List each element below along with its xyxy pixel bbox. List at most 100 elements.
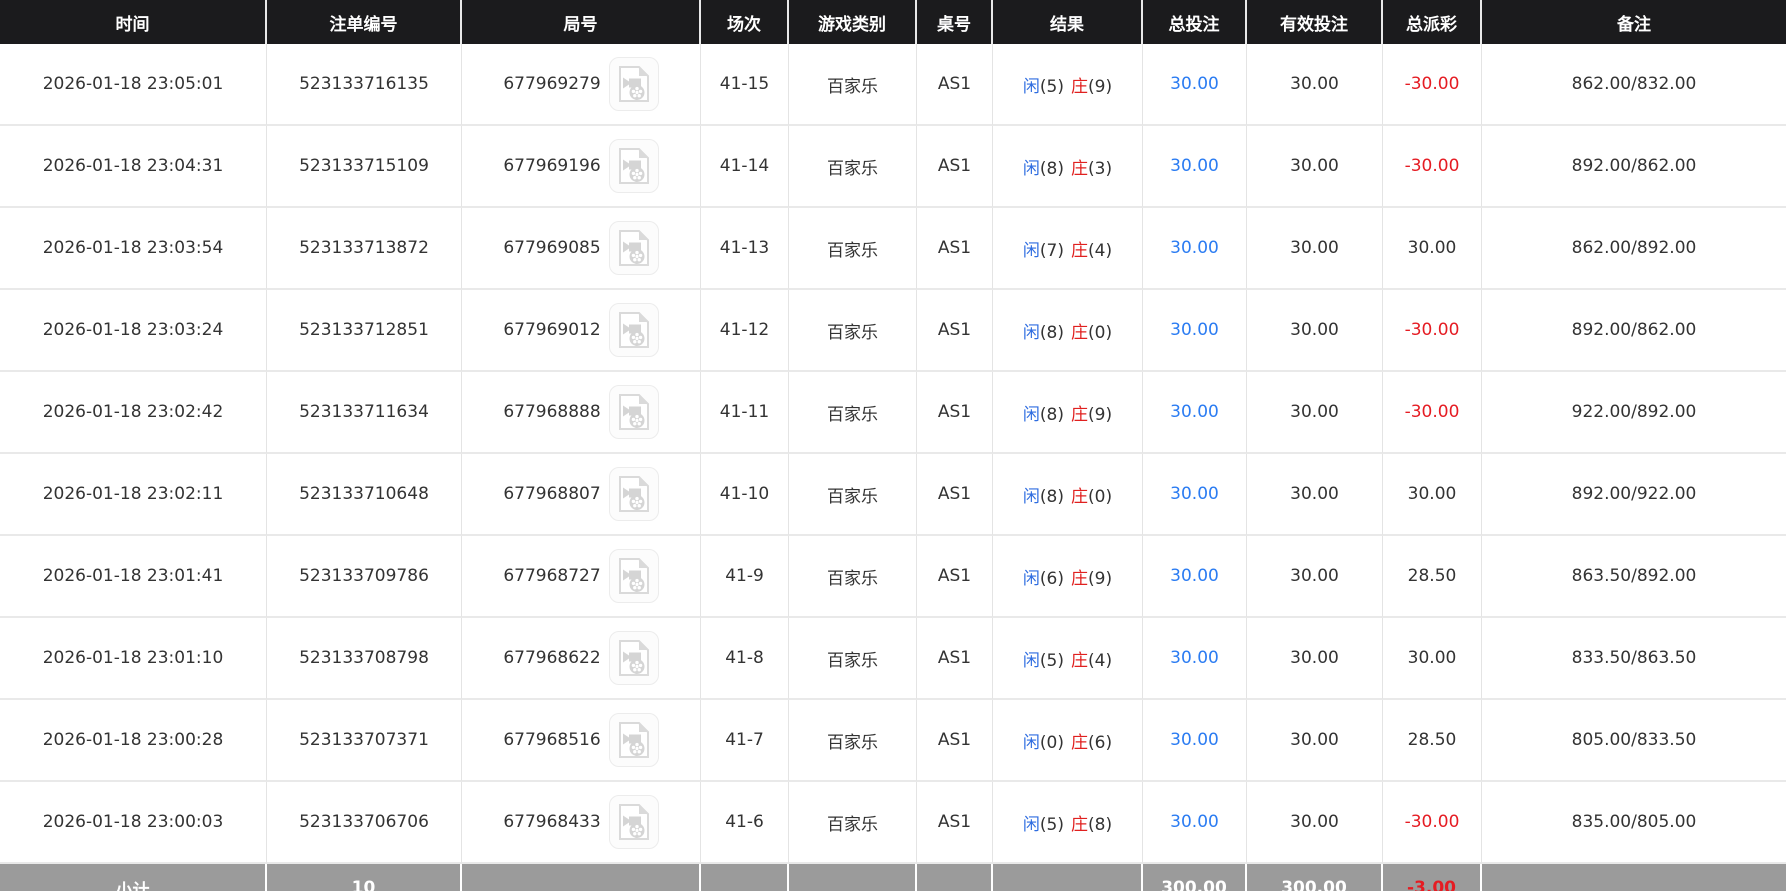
- video-replay-button[interactable]: [608, 631, 659, 685]
- round-id-value: 677968807: [503, 484, 601, 504]
- bet-id-cell: 523133708798: [267, 618, 462, 700]
- result-banker-label: 庄: [1071, 76, 1088, 97]
- video-replay-button[interactable]: [608, 303, 659, 357]
- table-no-value: AS1: [937, 74, 972, 94]
- bet-id-cell: 523133709786: [267, 536, 462, 618]
- result-player-score: (6): [1039, 568, 1064, 589]
- time-cell: 2026-01-18 23:02:42: [0, 372, 267, 454]
- video-replay-button[interactable]: [608, 467, 659, 521]
- video-replay-button[interactable]: [608, 57, 659, 111]
- remark-cell: 922.00/892.00: [1482, 372, 1786, 454]
- remark-cell: 862.00/832.00: [1482, 44, 1786, 126]
- total-bet-value: 30.00: [1170, 238, 1219, 258]
- bet-id-cell: 523133712851: [267, 290, 462, 372]
- subtotal-label-cell: 小计: [0, 864, 267, 891]
- total-bet-value: 30.00: [1170, 812, 1219, 832]
- valid-bet-cell: 30.00: [1247, 372, 1383, 454]
- table-header: 时间 注单编号 局号 场次 游戏类别 桌号 结果 总投注 有效投注 总派彩 备注: [0, 0, 1786, 44]
- payout-cell: 30.00: [1383, 454, 1482, 536]
- payout-value: 30.00: [1407, 484, 1457, 504]
- total-bet-cell: 30.00: [1143, 618, 1247, 700]
- payout-value: -30.00: [1404, 156, 1460, 176]
- game-type-value: 百家乐: [827, 240, 878, 261]
- payout-cell: -30.00: [1383, 372, 1482, 454]
- video-file-icon: [618, 230, 650, 266]
- time-cell: 2026-01-18 23:00:03: [0, 782, 267, 864]
- remark-cell: 805.00/833.50: [1482, 700, 1786, 782]
- result-banker-label: 庄: [1071, 650, 1088, 671]
- round-cell: 677968516: [462, 700, 701, 782]
- subtotal-empty-game-cell: [789, 864, 917, 891]
- result-banker-score: (8): [1088, 814, 1113, 835]
- payout-cell: 30.00: [1383, 618, 1482, 700]
- total-bet-cell: 30.00: [1143, 454, 1247, 536]
- valid-bet-value: 30.00: [1290, 566, 1339, 586]
- col-header-game-type: 游戏类别: [789, 0, 917, 44]
- subtotal-empty-session-cell: [701, 864, 789, 891]
- video-replay-button[interactable]: [608, 221, 659, 275]
- valid-bet-cell: 30.00: [1247, 208, 1383, 290]
- video-replay-button[interactable]: [608, 139, 659, 193]
- result-player-label: 闲: [1022, 814, 1040, 835]
- subtotal-payout-cell: -3.00: [1383, 864, 1482, 891]
- session-value: 41-7: [725, 730, 764, 750]
- game-type-cell: 百家乐: [789, 44, 917, 126]
- remark-cell: 833.50/863.50: [1482, 618, 1786, 700]
- session-cell: 41-13: [701, 208, 789, 290]
- valid-bet-cell: 30.00: [1247, 454, 1383, 536]
- payout-value: 30.00: [1407, 648, 1457, 668]
- result-banker-score: (9): [1088, 76, 1113, 97]
- video-replay-button[interactable]: [608, 795, 659, 849]
- col-header-remark: 备注: [1482, 0, 1786, 44]
- session-value: 41-10: [719, 484, 770, 504]
- result-banker-score: (0): [1088, 486, 1113, 507]
- result-banker-label: 庄: [1071, 404, 1088, 425]
- game-type-value: 百家乐: [827, 732, 878, 753]
- remark-value: 892.00/862.00: [1571, 320, 1697, 340]
- total-bet-value: 30.00: [1170, 156, 1219, 176]
- game-type-value: 百家乐: [827, 486, 878, 507]
- result-player-label: 闲: [1022, 158, 1040, 179]
- remark-value: 892.00/862.00: [1571, 156, 1697, 176]
- valid-bet-cell: 30.00: [1247, 700, 1383, 782]
- table-row: 2026-01-18 23:00:03 523133706706 6779684…: [0, 782, 1786, 864]
- subtotal-label: 小计: [115, 880, 150, 891]
- game-type-value: 百家乐: [827, 322, 878, 343]
- video-file-icon: [618, 722, 650, 758]
- table-no-value: AS1: [937, 156, 972, 176]
- result-banker-score: (3): [1088, 158, 1113, 179]
- video-file-icon: [618, 804, 650, 840]
- result-player-score: (8): [1039, 158, 1064, 179]
- result-banker-score: (0): [1088, 322, 1113, 343]
- result-player-label: 闲: [1022, 650, 1040, 671]
- bet-id-cell: 523133706706: [267, 782, 462, 864]
- total-bet-value: 30.00: [1170, 402, 1219, 422]
- valid-bet-value: 30.00: [1290, 484, 1339, 504]
- bet-id-value: 523133706706: [299, 812, 429, 832]
- session-value: 41-9: [725, 566, 764, 586]
- table-row: 2026-01-18 23:04:31 523133715109 6779691…: [0, 126, 1786, 208]
- table-row: 2026-01-18 23:00:28 523133707371 6779685…: [0, 700, 1786, 782]
- time-cell: 2026-01-18 23:05:01: [0, 44, 267, 126]
- result-player-label: 闲: [1022, 568, 1040, 589]
- video-replay-button[interactable]: [608, 385, 659, 439]
- result-player-label: 闲: [1022, 322, 1040, 343]
- payout-cell: 30.00: [1383, 208, 1482, 290]
- game-type-value: 百家乐: [827, 404, 878, 425]
- session-cell: 41-11: [701, 372, 789, 454]
- table-row: 2026-01-18 23:01:41 523133709786 6779687…: [0, 536, 1786, 618]
- session-cell: 41-6: [701, 782, 789, 864]
- time-value: 2026-01-18 23:03:24: [42, 320, 224, 340]
- table-no-cell: AS1: [917, 536, 993, 618]
- video-file-icon: [618, 640, 650, 676]
- video-replay-button[interactable]: [608, 549, 659, 603]
- video-replay-button[interactable]: [608, 713, 659, 767]
- valid-bet-value: 30.00: [1290, 156, 1339, 176]
- round-cell: 677968622: [462, 618, 701, 700]
- result-cell: 闲(0) 庄(6): [993, 700, 1143, 782]
- valid-bet-cell: 30.00: [1247, 536, 1383, 618]
- table-no-value: AS1: [937, 320, 972, 340]
- game-type-cell: 百家乐: [789, 782, 917, 864]
- bet-id-cell: 523133707371: [267, 700, 462, 782]
- result-cell: 闲(7) 庄(4): [993, 208, 1143, 290]
